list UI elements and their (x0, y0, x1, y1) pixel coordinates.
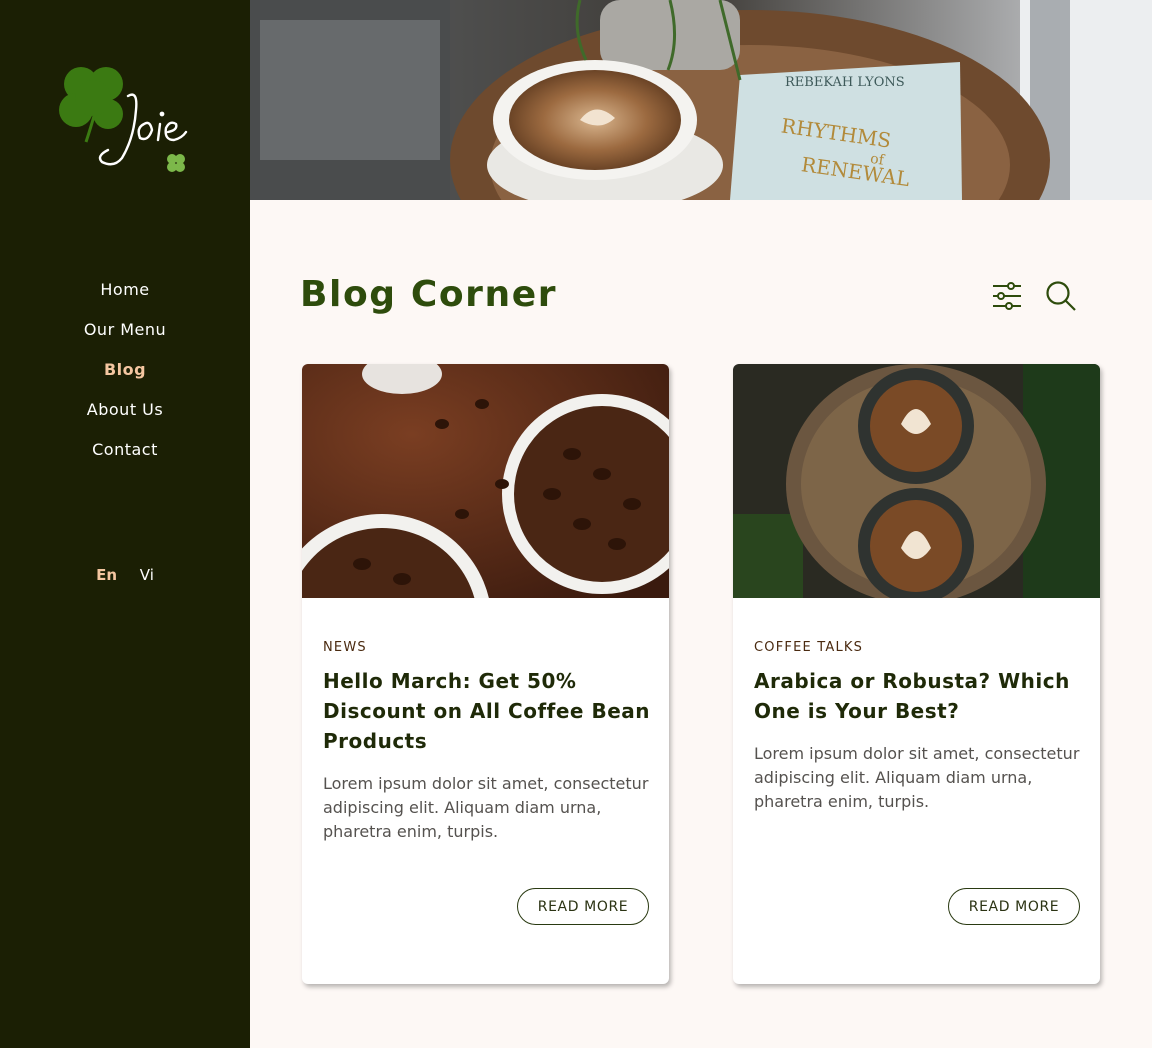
nav-item-blog[interactable]: Blog (0, 350, 250, 390)
post-excerpt: Lorem ipsum dolor sit amet, consectetur … (754, 744, 1080, 811)
read-more-button[interactable]: READ MORE (948, 888, 1080, 925)
sidebar: Home Our Menu Blog About Us Contact En V… (0, 0, 250, 1048)
lang-vi[interactable]: Vi (140, 566, 154, 584)
blog-card[interactable]: COFFEE TALKS Arabica or Robusta? Which O… (733, 364, 1100, 984)
filter-sliders-icon[interactable] (990, 279, 1024, 313)
post-category: NEWS (323, 640, 367, 655)
blog-card[interactable]: NEWS Hello March: Get 50% Discount on Al… (302, 364, 669, 984)
post-category: COFFEE TALKS (754, 640, 864, 655)
hero-image: REBEKAH LYONS RHYTHMS of RENEWAL (250, 0, 1152, 200)
post-title[interactable]: Hello March: Get 50% Discount on All Cof… (323, 666, 653, 756)
nav-item-home[interactable]: Home (0, 270, 250, 310)
main-nav: Home Our Menu Blog About Us Contact (0, 270, 250, 470)
latte-art-image (733, 364, 1100, 598)
page-title: Blog Corner (300, 274, 558, 315)
nav-item-about-us[interactable]: About Us (0, 390, 250, 430)
post-title[interactable]: Arabica or Robusta? Which One is Your Be… (754, 666, 1084, 726)
brand-logo[interactable] (56, 62, 196, 178)
nav-item-contact[interactable]: Contact (0, 430, 250, 470)
hero-book-author: REBEKAH LYONS (785, 75, 905, 90)
lang-en[interactable]: En (96, 566, 117, 584)
search-icon[interactable] (1044, 279, 1078, 313)
hero-banner: REBEKAH LYONS RHYTHMS of RENEWAL (250, 0, 1152, 200)
post-excerpt: Lorem ipsum dolor sit amet, consectetur … (323, 774, 649, 841)
language-switcher: En Vi (0, 566, 250, 584)
read-more-button[interactable]: READ MORE (517, 888, 649, 925)
coffee-beans-image (302, 364, 669, 598)
nav-item-our-menu[interactable]: Our Menu (0, 310, 250, 350)
